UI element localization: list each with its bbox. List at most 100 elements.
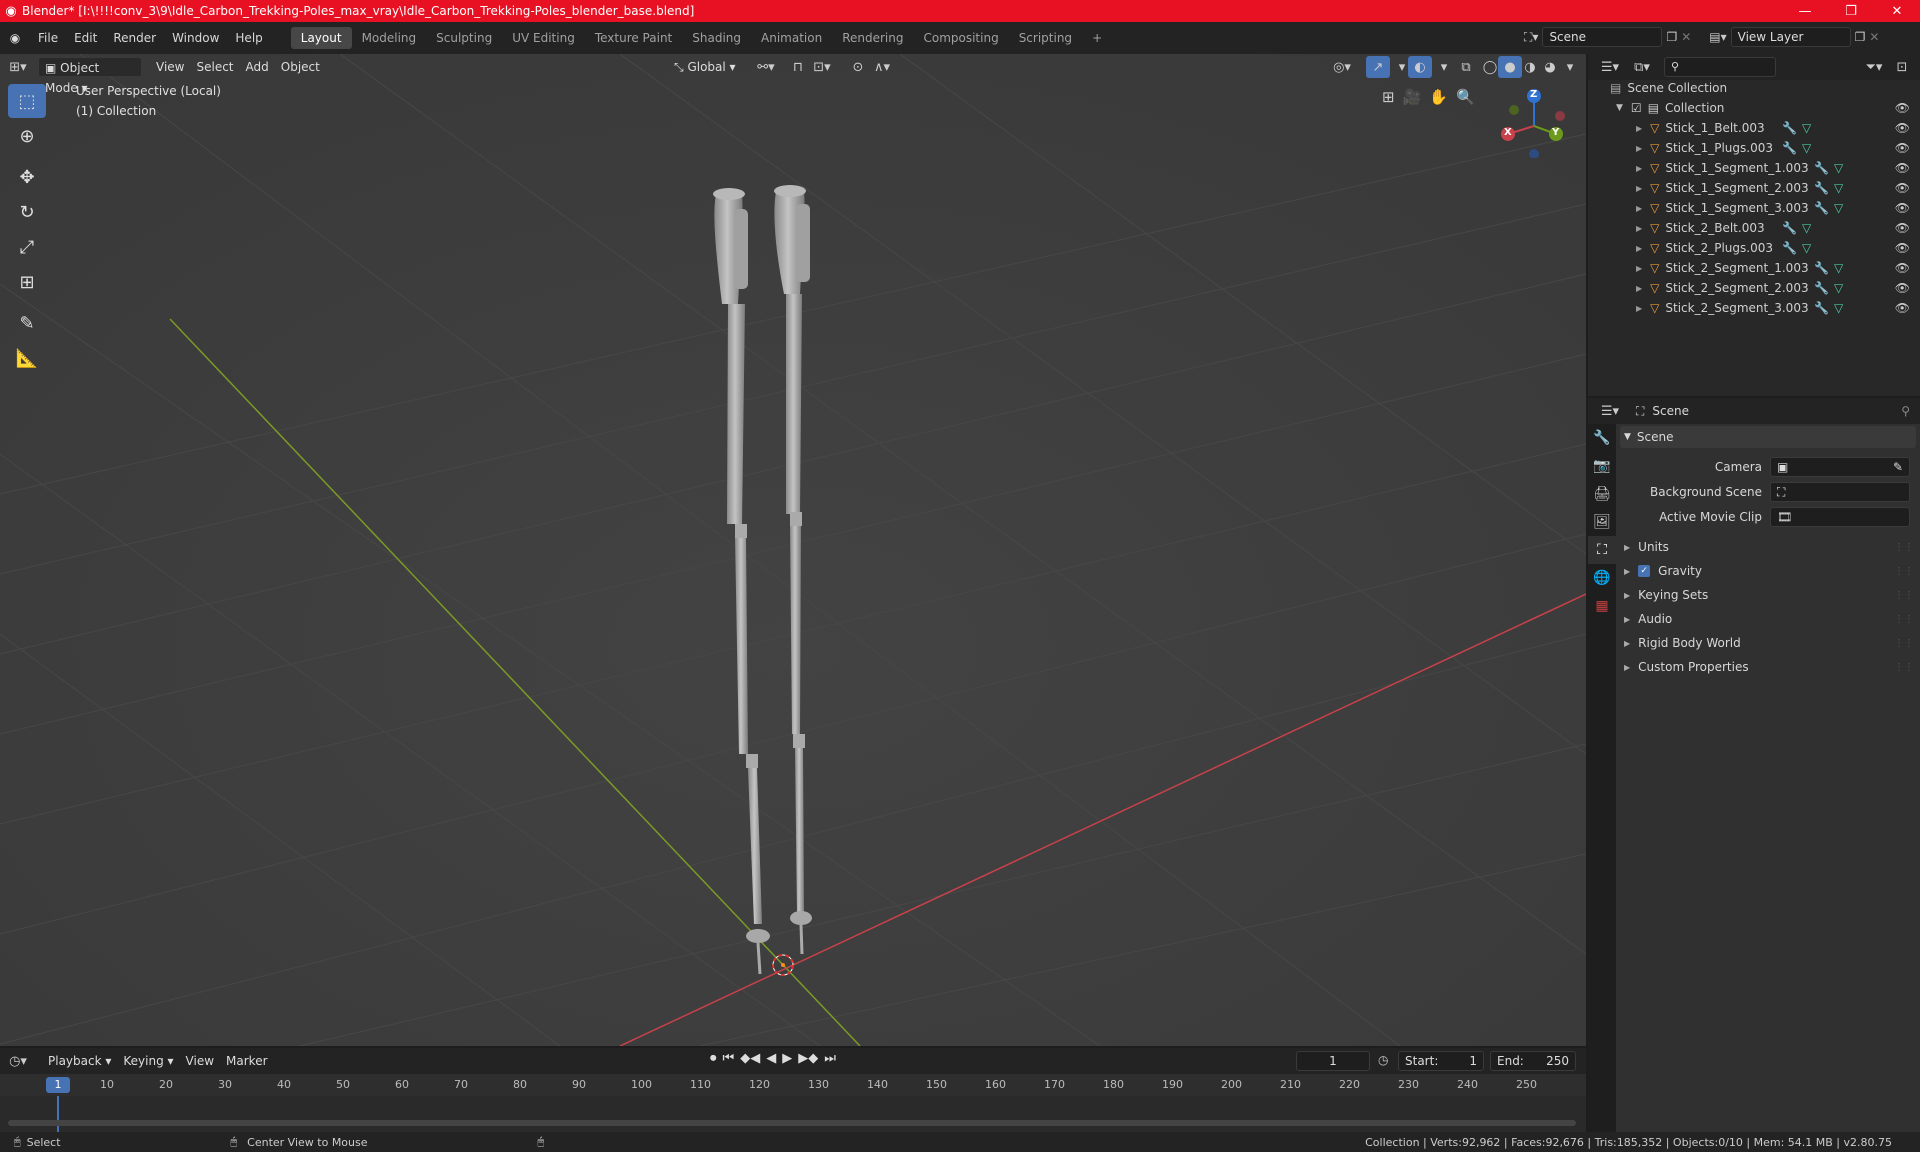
menu-render[interactable]: Render	[105, 27, 164, 49]
tab-animation[interactable]: Animation	[751, 27, 832, 49]
menu-edit[interactable]: Edit	[66, 27, 105, 49]
delete-scene-icon[interactable]: ✕	[1681, 30, 1691, 44]
pivot-point-icon[interactable]: ⚯▾	[754, 56, 778, 78]
eye-icon[interactable]: 👁	[1895, 161, 1910, 175]
prev-keyframe-icon[interactable]: ◆◀	[740, 1051, 760, 1066]
modifier-wrench-icon[interactable]: 🔧	[1814, 161, 1829, 175]
viewport-menu-object[interactable]: Object	[275, 57, 326, 77]
panel-section-gravity[interactable]: ▶ ✓ Gravity ⋮⋮	[1620, 560, 1916, 582]
current-frame-badge[interactable]: 1	[46, 1077, 70, 1093]
gizmo-toggle-icon[interactable]: ↗	[1366, 56, 1390, 78]
tab-shading[interactable]: Shading	[682, 27, 751, 49]
eye-icon[interactable]: 👁	[1895, 261, 1910, 275]
editor-type-icon[interactable]: ⊞▾	[6, 56, 30, 78]
expand-arrow-icon[interactable]: ▶	[1636, 164, 1642, 173]
active-movie-clip-field[interactable]: 🎞	[1770, 507, 1910, 527]
eye-icon[interactable]: 👁	[1895, 221, 1910, 235]
tab-sculpting[interactable]: Sculpting	[426, 27, 502, 49]
play-icon[interactable]: ▶	[782, 1051, 792, 1066]
expand-arrow-icon[interactable]: ▶	[1636, 224, 1642, 233]
transform-tool-icon[interactable]: ⊞	[8, 265, 46, 299]
display-mode-icon[interactable]: ⧉▾	[1630, 56, 1654, 78]
new-collection-icon[interactable]: ⊡	[1890, 56, 1914, 78]
expand-arrow-icon[interactable]: ▶	[1636, 184, 1642, 193]
output-tab-icon[interactable]: 🖨	[1588, 480, 1616, 508]
navigation-gizmo[interactable]: Z Y X	[1494, 86, 1566, 159]
filter-icon[interactable]: ⏷▾	[1862, 56, 1886, 78]
overlays-toggle-icon[interactable]: ◐	[1408, 56, 1432, 78]
eye-icon[interactable]: 👁	[1895, 141, 1910, 155]
drag-handle-icon[interactable]: ⋮⋮	[1894, 662, 1914, 673]
new-view-layer-icon[interactable]: ❐	[1855, 30, 1866, 44]
drag-handle-icon[interactable]: ⋮⋮	[1894, 638, 1914, 649]
panel-section-rigid-body-world[interactable]: ▶ Rigid Body World ⋮⋮	[1620, 632, 1916, 654]
tab-rendering[interactable]: Rendering	[832, 27, 913, 49]
tool-tab-icon[interactable]: 🔧	[1588, 424, 1616, 452]
modifier-wrench-icon[interactable]: 🔧	[1782, 141, 1797, 155]
outliner-search-input[interactable]: ⚲	[1664, 57, 1776, 77]
camera-field[interactable]: ▣ ✎	[1770, 457, 1910, 477]
eyedropper-icon[interactable]: ✎	[1893, 458, 1903, 476]
record-button-icon[interactable]: ⏺	[710, 1051, 717, 1066]
expand-arrow-icon[interactable]: ▶	[1636, 264, 1642, 273]
eye-icon[interactable]: 👁	[1895, 301, 1910, 315]
eye-icon[interactable]: 👁	[1895, 281, 1910, 295]
outliner-row-object[interactable]: ▶ ▽ Stick_1_Plugs.003 🔧 ▽ 👁	[1588, 138, 1920, 158]
texture-tab-icon[interactable]: ▦	[1588, 592, 1616, 620]
drag-handle-icon[interactable]: ⋮⋮	[1894, 614, 1914, 625]
expand-arrow-icon[interactable]: ▶	[1636, 204, 1642, 213]
delete-view-layer-icon[interactable]: ✕	[1869, 30, 1879, 44]
expand-arrow-icon[interactable]: ▶	[1636, 144, 1642, 153]
shading-dropdown-icon[interactable]: ▾	[1558, 56, 1582, 78]
timeline-scrollbar[interactable]	[8, 1120, 1576, 1126]
modifier-wrench-icon[interactable]: 🔧	[1814, 281, 1829, 295]
timeline-editor-type-icon[interactable]: ◷▾	[6, 1050, 30, 1072]
timeline-menu-view[interactable]: View	[180, 1051, 220, 1071]
modifier-wrench-icon[interactable]: 🔧	[1814, 201, 1829, 215]
blender-menu-icon[interactable]: ◉	[0, 31, 30, 45]
drag-handle-icon[interactable]: ⋮⋮	[1894, 542, 1914, 553]
menu-file[interactable]: File	[30, 27, 66, 49]
playhead-line[interactable]	[57, 1096, 59, 1132]
jump-start-icon[interactable]: ⏮	[723, 1051, 735, 1066]
move-tool-icon[interactable]: ✥	[8, 160, 46, 194]
eye-icon[interactable]: 👁	[1895, 241, 1910, 255]
expand-arrow-icon[interactable]: ▶	[1636, 124, 1642, 133]
mesh-data-icon[interactable]: ▽	[1802, 241, 1811, 255]
view-layer-browse-icon[interactable]: ▤▾	[1709, 30, 1726, 44]
timeline-menu-playback[interactable]: Playback ▾	[42, 1051, 117, 1071]
scale-tool-icon[interactable]: ⤢	[8, 230, 46, 264]
transform-orientation-dropdown[interactable]: ⤡ Global ▾	[668, 57, 742, 77]
view-layer-tab-icon[interactable]: 🖼	[1588, 508, 1616, 536]
modifier-wrench-icon[interactable]: 🔧	[1814, 301, 1829, 315]
render-tab-icon[interactable]: 📷	[1588, 452, 1616, 480]
end-frame-field[interactable]: End: 250	[1490, 1051, 1576, 1071]
mesh-data-icon[interactable]: ▽	[1802, 121, 1811, 135]
tab-modeling[interactable]: Modeling	[352, 27, 427, 49]
panel-section-custom-properties[interactable]: ▶ Custom Properties ⋮⋮	[1620, 656, 1916, 678]
viewport-menu-view[interactable]: View	[150, 57, 190, 77]
eye-icon[interactable]: 👁	[1895, 121, 1910, 135]
modifier-wrench-icon[interactable]: 🔧	[1782, 121, 1797, 135]
expand-arrow-icon[interactable]: ▶	[1636, 244, 1642, 253]
frame-ruler[interactable]: 10 20 30 40 50 60 70 80 90 100 110 120 130 140 150 160 1…	[0, 1074, 1586, 1096]
scene-field[interactable]: Scene	[1542, 27, 1663, 47]
world-tab-icon[interactable]: 🌐	[1588, 564, 1616, 592]
proportional-falloff-icon[interactable]: ∧▾	[870, 56, 894, 78]
object-mode-dropdown[interactable]: ▣ Object Mode ▾	[38, 57, 142, 95]
current-frame-field[interactable]: 1	[1296, 1051, 1370, 1071]
outliner-row-object[interactable]: ▶ ▽ Stick_2_Belt.003 🔧 ▽ 👁	[1588, 218, 1920, 238]
expand-arrow-icon[interactable]: ▼	[1616, 103, 1623, 113]
pin-icon[interactable]: ⚲	[1901, 404, 1910, 418]
mesh-data-icon[interactable]: ▽	[1834, 161, 1843, 175]
mesh-data-icon[interactable]: ▽	[1834, 201, 1843, 215]
mesh-data-icon[interactable]: ▽	[1834, 261, 1843, 275]
scene-tab-icon[interactable]: ⛶	[1588, 536, 1616, 564]
eye-icon[interactable]: 👁	[1895, 101, 1910, 115]
tab-layout[interactable]: Layout	[290, 27, 352, 49]
mesh-data-icon[interactable]: ▽	[1802, 221, 1811, 235]
zoom-icon[interactable]: 🔍	[1456, 88, 1475, 106]
expand-arrow-icon[interactable]: ▶	[1636, 284, 1642, 293]
overlays-dropdown-icon[interactable]: ▾	[1432, 56, 1456, 78]
outliner-row-object[interactable]: ▶ ▽ Stick_1_Belt.003 🔧 ▽ 👁	[1588, 118, 1920, 138]
